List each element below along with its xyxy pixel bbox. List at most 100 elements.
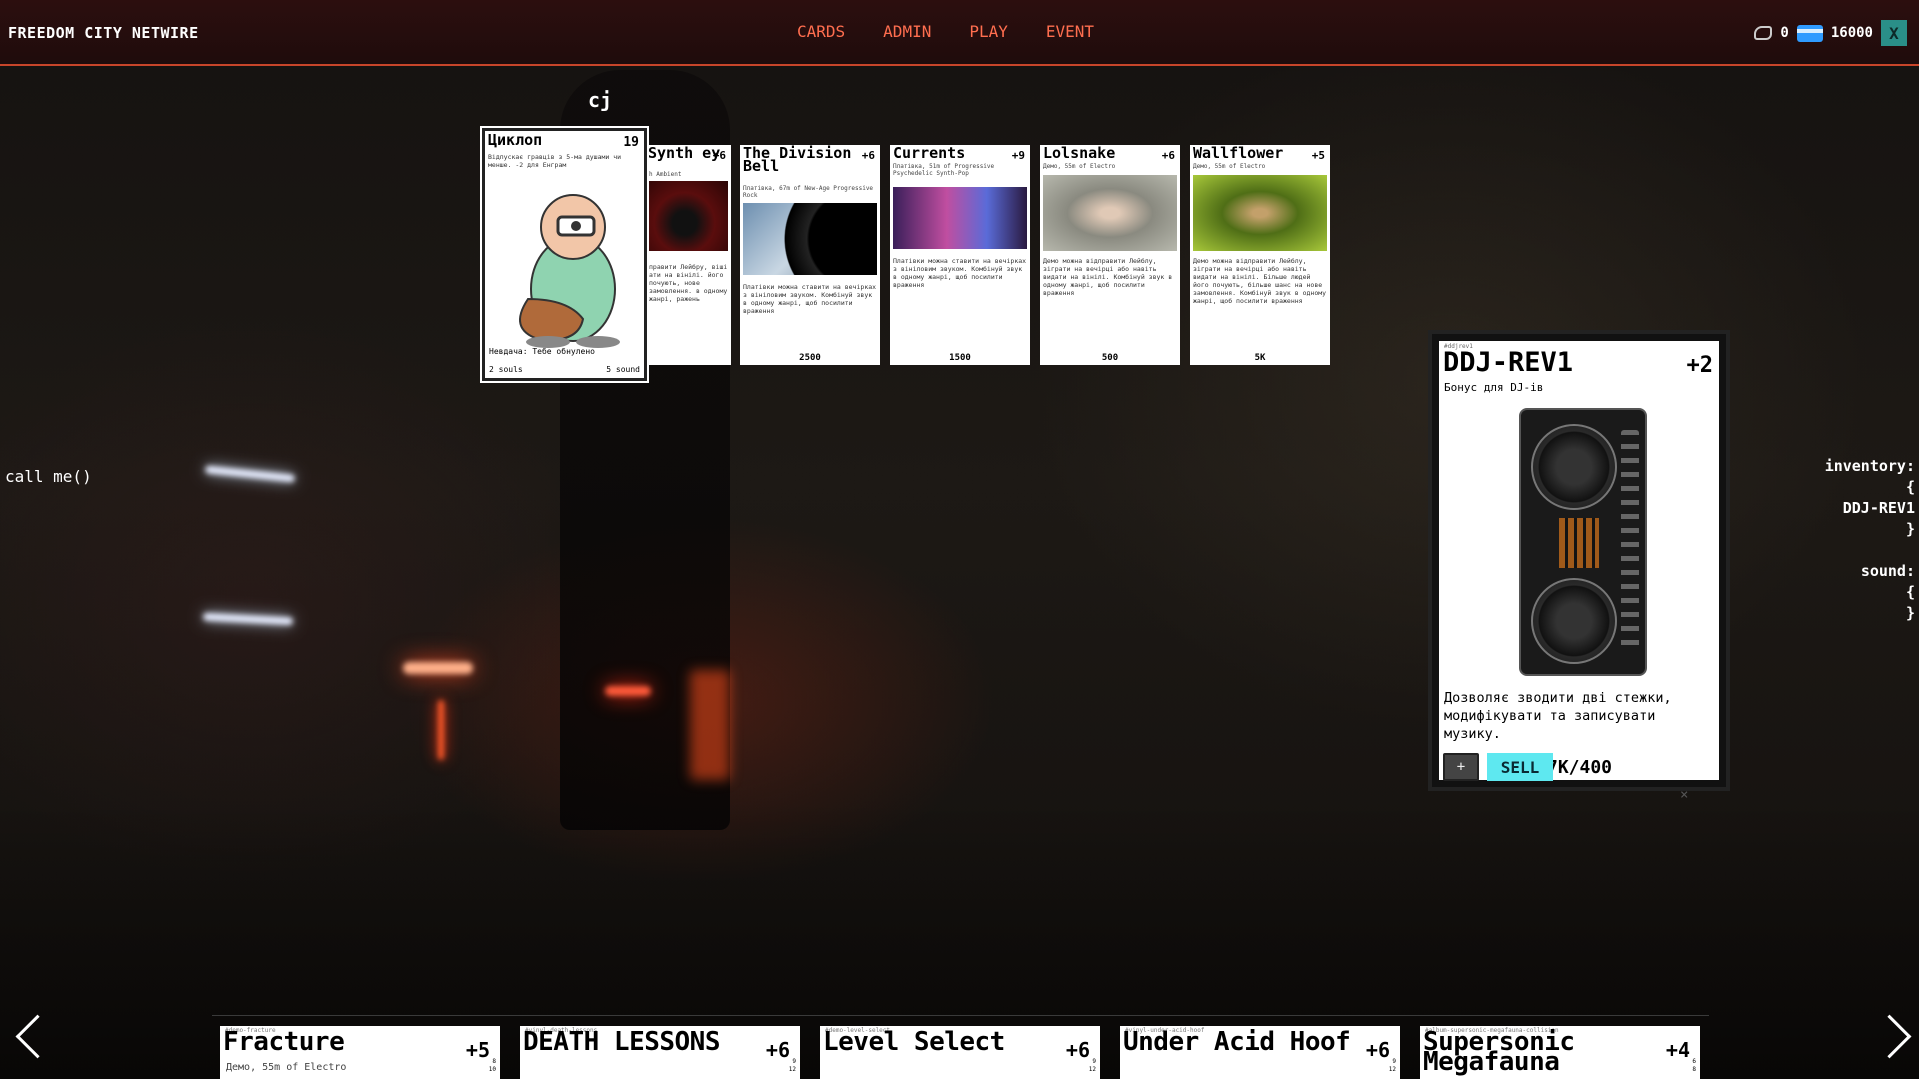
selected-card: #ddjrev1 DDJ-REV1 +2 Бонус для DJ-ів Доз… <box>1432 334 1726 787</box>
neon-light <box>690 670 730 780</box>
brace-close: } <box>1905 604 1915 622</box>
card-sound: 5 sound <box>606 365 640 374</box>
card-title: DDJ-REV1 <box>1443 347 1574 378</box>
card-currents[interactable]: Currents +9 Платівка, 51m of Progressive… <box>890 145 1030 365</box>
brand-title: FREEDOM CITY NETWIRE <box>8 24 199 42</box>
neon-light <box>204 465 296 483</box>
nav-admin[interactable]: ADMIN <box>883 22 931 41</box>
credit-card-icon <box>1796 24 1823 42</box>
card-stats: 68 <box>1692 1058 1696 1074</box>
sell-button[interactable]: SELL <box>1487 753 1553 781</box>
card-price: 500 <box>1101 353 1119 363</box>
dismiss-icon[interactable]: × <box>1680 787 1688 803</box>
neon-light <box>605 686 651 696</box>
card-desc: Платівки можна ставити на вечірках з він… <box>743 283 877 315</box>
stock-count: 7K/400 <box>1547 757 1613 778</box>
card-stats: 9 12 <box>1389 1058 1396 1074</box>
card-division-bell[interactable]: The Division Bell +6 Платівка, 67m of Ne… <box>740 145 880 365</box>
card-subtitle: Демо, 55m of Electro <box>226 1062 347 1073</box>
card-title: Циклоп <box>488 131 543 149</box>
card-power: +5 <box>465 1038 490 1062</box>
knobs <box>1621 430 1639 650</box>
neon-light <box>438 700 444 760</box>
card-art <box>1043 175 1177 251</box>
stat: 9 <box>1392 1058 1396 1065</box>
hand-count: 0 <box>1780 25 1789 41</box>
brace-close: } <box>1905 520 1915 538</box>
neon-light <box>403 662 473 674</box>
add-button[interactable]: + <box>1443 753 1479 781</box>
card-desc: Демо можна відправити Лейблу, зіграти на… <box>1193 257 1327 305</box>
card-art <box>1193 175 1327 251</box>
card-power: +6 <box>1161 149 1175 162</box>
chevron-right-icon[interactable] <box>1880 1012 1910 1062</box>
brace-open: { <box>1905 478 1915 496</box>
card-price: 1500 <box>949 353 971 363</box>
close-button[interactable]: X <box>1881 20 1907 46</box>
stat: 12 <box>788 1066 796 1073</box>
jog-wheel <box>1531 424 1617 510</box>
jog-wheel <box>1531 578 1617 664</box>
deck-card[interactable]: #vinyl-under-acid-hoof Under Acid Hoof +… <box>1120 1026 1400 1079</box>
card-lolsnake[interactable]: Lolsnake +6 Демо, 55m of Electro Демо мо… <box>1040 145 1180 365</box>
neon-light <box>202 612 294 626</box>
stat: 9 <box>1092 1058 1096 1065</box>
card-wallflower[interactable]: Wallflower +5 Демо, 55m of Electro Демо … <box>1190 145 1330 365</box>
inventory-item: DDJ-REV1 <box>1842 499 1915 517</box>
card-subtitle: Демо, 55m of Electro <box>1043 163 1116 170</box>
deck-card[interactable]: #demo-level-select Level Select +6 9 12 <box>820 1026 1100 1079</box>
card-title: Supersonic Megafauna <box>1423 1027 1575 1077</box>
deck-card[interactable]: #album-supersonic-megafauna-collision Su… <box>1420 1026 1700 1079</box>
stat: 8 <box>492 1058 496 1065</box>
card-subtitle: Бонус для DJ-ів <box>1444 381 1544 394</box>
card-power: +6 <box>1065 1038 1090 1062</box>
nav-play[interactable]: PLAY <box>969 22 1008 41</box>
card-desc: Платівки можна ставити на вечірках з він… <box>893 257 1027 289</box>
inventory-label: inventory: <box>1824 457 1915 475</box>
stat: 10 <box>488 1066 496 1073</box>
card-power: +5 <box>1311 149 1325 162</box>
card-art <box>649 181 728 251</box>
nav-event[interactable]: EVENT <box>1046 22 1094 41</box>
card-title: The Division Bell <box>743 145 852 175</box>
card-cyclops[interactable]: Циклоп 19 Відпускає гравців з 5-ма душам… <box>480 126 649 383</box>
nav-cards[interactable]: CARDS <box>797 22 845 41</box>
stat: 12 <box>1388 1066 1396 1073</box>
card-stats: 9 12 <box>789 1058 796 1074</box>
pads <box>1559 518 1599 568</box>
card-price: 2500 <box>799 353 821 363</box>
card-subtitle: Платівка, 51m of Progressive Psychedelic… <box>893 163 995 177</box>
card-title: Wallflower <box>1193 145 1284 162</box>
card-title: Synth ey <box>648 145 721 162</box>
card-note: Невдача: Тебе обнулено <box>489 347 595 356</box>
card-art <box>743 203 877 275</box>
card-title: Level Select <box>823 1027 1005 1057</box>
chevron-left-icon[interactable] <box>12 1012 42 1062</box>
card-synth[interactable]: Synth ey +6 h Ambient правити Лейбру, ві… <box>646 145 731 365</box>
hand-icon <box>1754 26 1773 40</box>
card-desc: Дозволяє зводити дві стежки, модифікуват… <box>1444 690 1672 742</box>
card-power: +4 <box>1665 1038 1690 1062</box>
card-title: Lolsnake <box>1043 145 1116 162</box>
deck-card[interactable]: #demo-fracture Fracture +5 Демо, 55m of … <box>220 1026 500 1079</box>
card-price: 5K <box>1254 353 1266 363</box>
deck-divider <box>212 1015 1709 1016</box>
card-power: +6 <box>765 1038 790 1062</box>
card-power: +6 <box>1365 1038 1390 1062</box>
cyclops-art <box>519 194 620 348</box>
stat: 9 <box>792 1058 796 1065</box>
state-panel: inventory: { DDJ-REV1 } sound: { } <box>1825 456 1915 624</box>
card-subtitle: Демо, 55m of Electro <box>1193 163 1266 170</box>
card-subtitle: h Ambient <box>649 171 682 178</box>
card-power: +6 <box>861 149 875 162</box>
card-title: Currents <box>893 145 966 162</box>
card-power: +6 <box>712 149 726 162</box>
card-power: +9 <box>1011 149 1025 162</box>
card-power: +2 <box>1686 353 1714 378</box>
card-desc: правити Лейбру, віші ати на вінілі. його… <box>649 263 728 303</box>
deck-card[interactable]: #vinyl-death-lessons DEATH LESSONS +6 91… <box>520 1026 800 1079</box>
card-souls: 2 souls <box>489 365 523 374</box>
main-nav: CARDS ADMIN PLAY EVENT <box>797 22 1094 41</box>
top-bar: FREEDOM CITY NETWIRE CARDS ADMIN PLAY EV… <box>0 0 1919 66</box>
player-name: cj <box>588 88 613 112</box>
